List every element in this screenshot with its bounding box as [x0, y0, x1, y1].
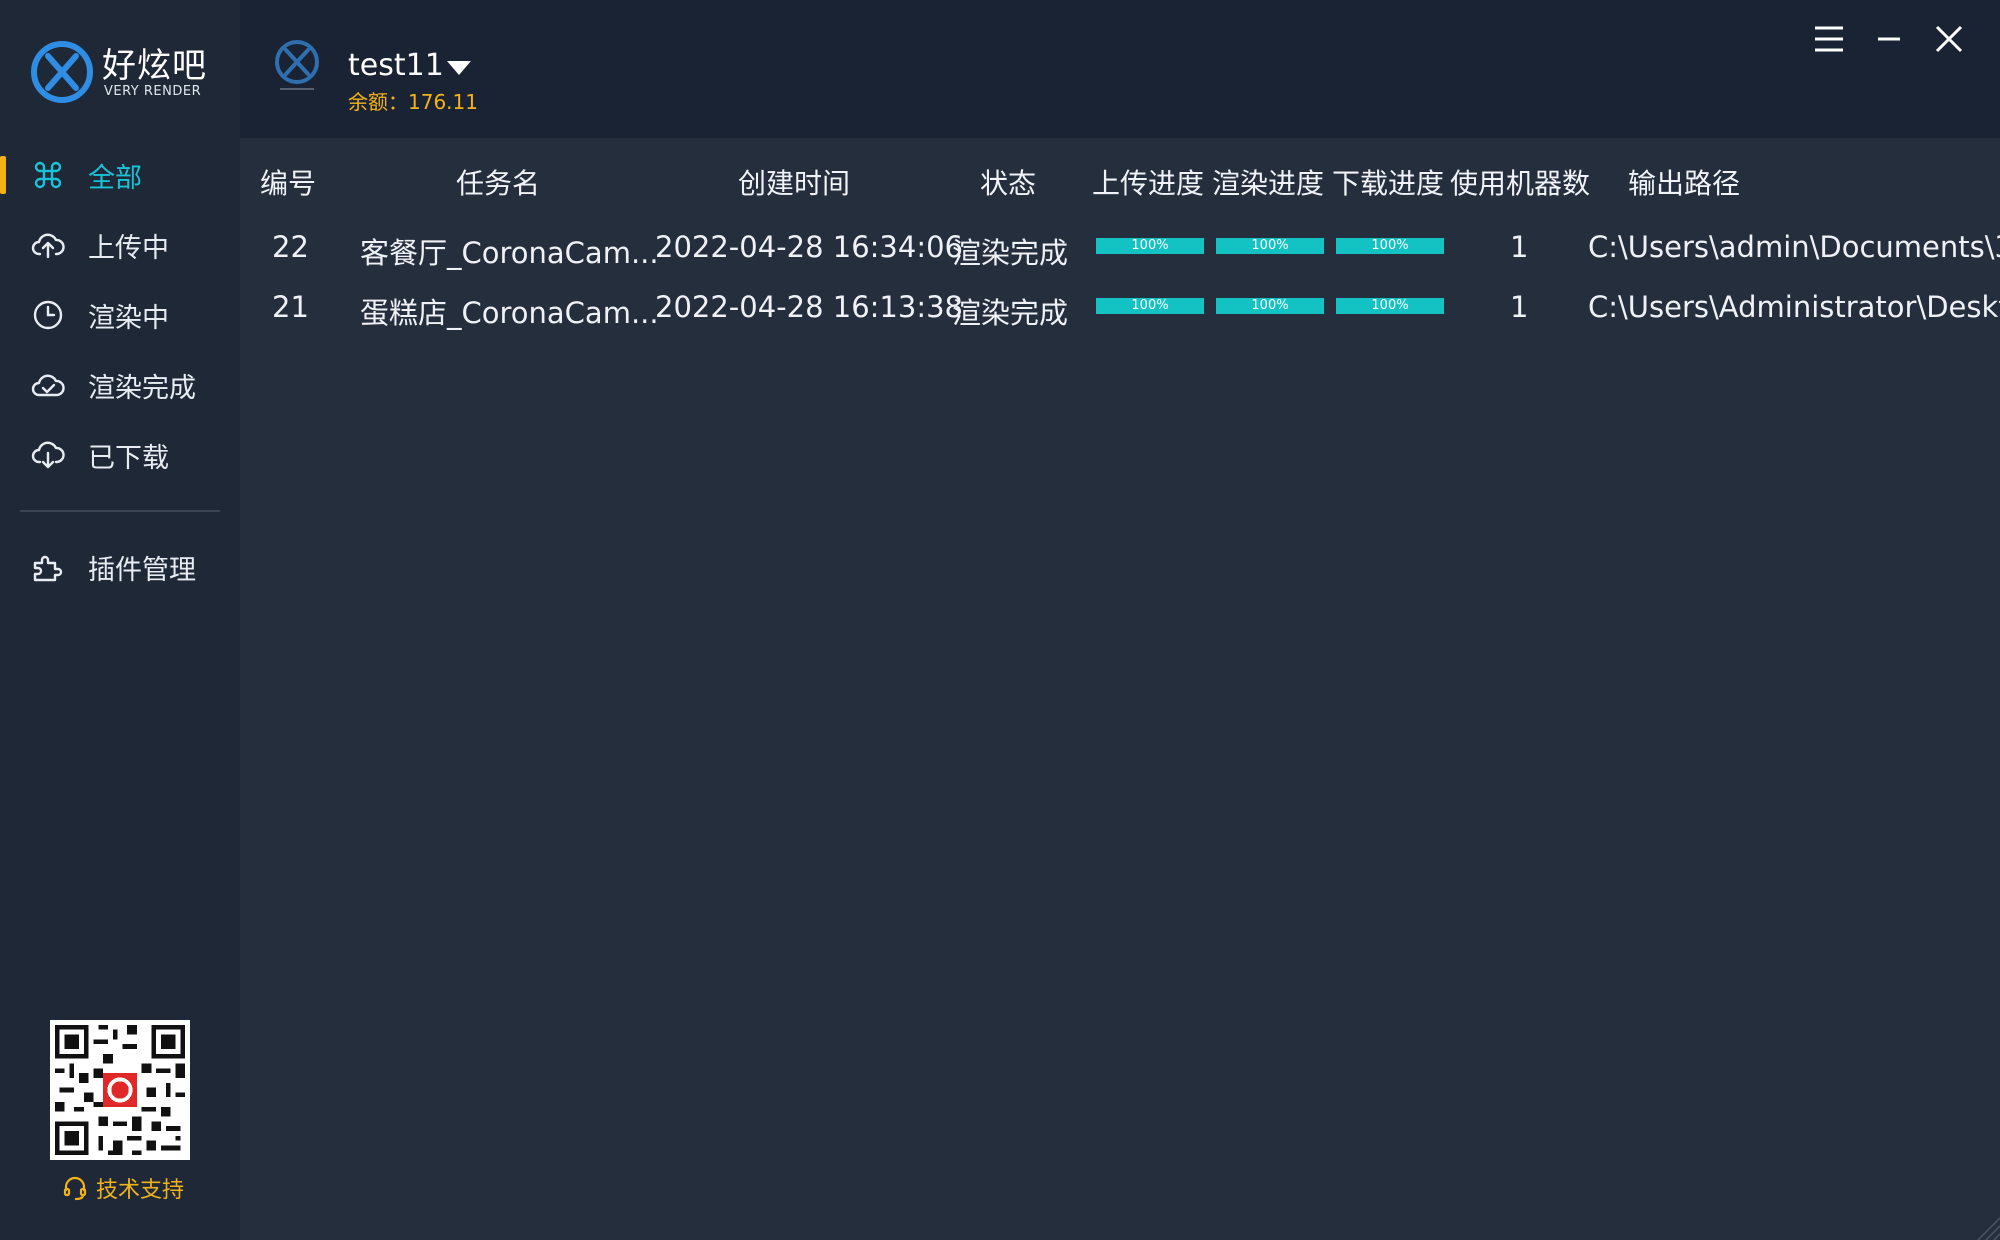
close-icon[interactable] — [1926, 16, 1972, 62]
clock-icon — [30, 297, 66, 333]
column-header-render[interactable]: 渲染进度 — [1212, 162, 1324, 202]
column-header-status[interactable]: 状态 — [980, 162, 1036, 202]
cell-id: 21 — [272, 290, 309, 324]
resize-grip-icon[interactable] — [1970, 1210, 2000, 1240]
download-progress-bar: 100% — [1336, 238, 1444, 254]
grid-icon — [30, 157, 66, 193]
table-row[interactable]: 21 蛋糕店_CoronaCam... 2022-04-28 16:13:38 … — [240, 278, 2000, 338]
sidebar-item-render-complete[interactable]: 渲染完成 — [0, 350, 240, 420]
sidebar-item-label: 全部 — [88, 162, 142, 194]
column-header-task-name[interactable]: 任务名 — [456, 162, 540, 202]
sidebar: 好炫吧 VERY RENDER 全部 上传中 渲染中 渲染完成 已下载 插件管理… — [0, 0, 240, 1240]
support-label: 技术支持 — [96, 1178, 185, 1203]
cell-created: 2022-04-28 16:13:38 — [655, 290, 963, 324]
sidebar-item-uploading[interactable]: 上传中 — [0, 210, 240, 280]
cell-output-path: C:\Users\admin\Documents\3c — [1588, 230, 2000, 264]
sidebar-plugin-section: 插件管理 — [0, 532, 240, 602]
menu-icon[interactable] — [1806, 16, 1852, 62]
cell-status: 渲染完成 — [952, 236, 1069, 270]
cloud-check-icon — [30, 367, 66, 403]
cloud-download-icon — [30, 437, 66, 473]
cell-machines: 1 — [1510, 230, 1529, 264]
column-header-machines[interactable]: 使用机器数 — [1450, 162, 1590, 202]
progress-label: 100% — [1251, 298, 1289, 313]
user-name[interactable]: test11 — [348, 48, 444, 83]
column-header-output[interactable]: 输出路径 — [1628, 162, 1740, 202]
headset-icon — [63, 1176, 87, 1201]
progress-label: 100% — [1371, 238, 1409, 253]
cell-task-name: 客餐厅_CoronaCam... — [360, 236, 659, 270]
sidebar-item-all[interactable]: 全部 — [0, 140, 240, 210]
progress-label: 100% — [1131, 298, 1169, 313]
sidebar-item-label: 渲染中 — [88, 302, 169, 334]
column-header-download[interactable]: 下载进度 — [1332, 162, 1444, 202]
render-progress-bar: 100% — [1216, 298, 1324, 314]
support-link[interactable]: 技术支持 — [62, 1172, 184, 1204]
brand-name: 好炫吧 — [102, 46, 207, 86]
sidebar-item-label: 上传中 — [88, 232, 169, 264]
download-progress-bar: 100% — [1336, 298, 1444, 314]
cell-id: 22 — [272, 230, 309, 264]
sidebar-item-plugins[interactable]: 插件管理 — [0, 532, 240, 602]
cell-output-path: C:\Users\Administrator\Deskto — [1588, 290, 2000, 324]
brand: 好炫吧 VERY RENDER — [30, 38, 230, 108]
brand-logo-icon — [31, 41, 93, 103]
column-header-id[interactable]: 编号 — [260, 162, 316, 202]
sidebar-item-label: 已下载 — [88, 442, 169, 474]
cell-status: 渲染完成 — [952, 296, 1069, 330]
progress-label: 100% — [1251, 238, 1289, 253]
sidebar-divider — [20, 510, 220, 512]
upload-progress-bar: 100% — [1096, 238, 1204, 254]
progress-label: 100% — [1131, 238, 1169, 253]
sidebar-nav: 全部 上传中 渲染中 渲染完成 已下载 — [0, 140, 240, 490]
column-header-upload[interactable]: 上传进度 — [1092, 162, 1204, 202]
table-row[interactable]: 22 客餐厅_CoronaCam... 2022-04-28 16:34:06 … — [240, 218, 2000, 278]
sidebar-item-downloaded[interactable]: 已下载 — [0, 420, 240, 490]
puzzle-icon — [30, 549, 66, 585]
cell-machines: 1 — [1510, 290, 1529, 324]
cell-created: 2022-04-28 16:34:06 — [655, 230, 963, 264]
minimize-icon[interactable] — [1866, 16, 1912, 62]
avatar[interactable] — [266, 36, 328, 98]
sidebar-item-label: 渲染完成 — [88, 372, 196, 404]
brand-subtitle: VERY RENDER — [104, 84, 202, 99]
cell-task-name: 蛋糕店_CoronaCam... — [360, 296, 659, 330]
upload-progress-bar: 100% — [1096, 298, 1204, 314]
caret-down-icon[interactable] — [444, 58, 474, 78]
balance-text: 余额：176.11 — [348, 90, 478, 114]
cloud-upload-icon — [30, 227, 66, 263]
column-header-created[interactable]: 创建时间 — [738, 162, 850, 202]
header-bar: test11 余额：176.11 — [240, 0, 2000, 138]
table-header: 编号 任务名 创建时间 状态 上传进度 渲染进度 下载进度 使用机器数 输出路径 — [240, 138, 2000, 222]
render-progress-bar: 100% — [1216, 238, 1324, 254]
sidebar-item-rendering[interactable]: 渲染中 — [0, 280, 240, 350]
sidebar-item-label: 插件管理 — [88, 554, 196, 586]
qr-code-image — [50, 1020, 190, 1160]
progress-label: 100% — [1371, 298, 1409, 313]
